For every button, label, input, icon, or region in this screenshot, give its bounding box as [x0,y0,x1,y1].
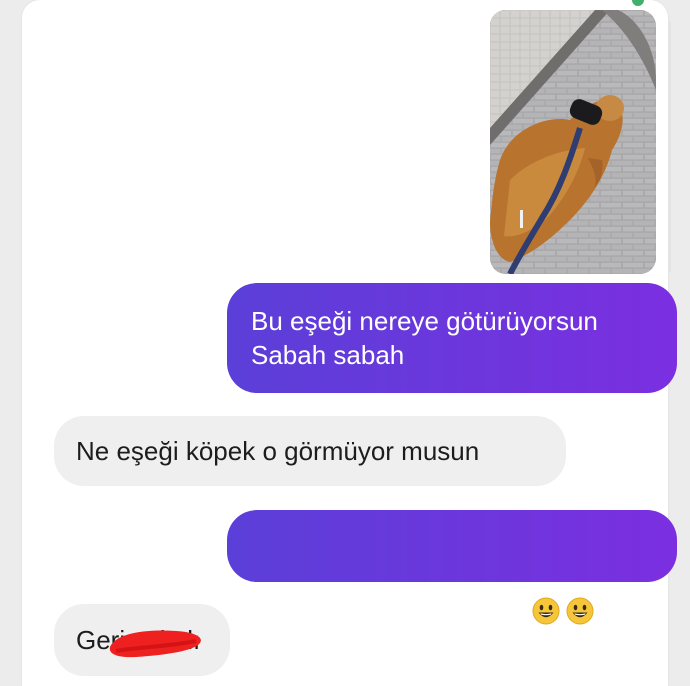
scrollbar[interactable] [668,22,671,272]
status-indicator [632,0,644,6]
outgoing-message[interactable]: Ben köpeğe sormuştum [227,510,677,627]
redaction-scribble [109,630,201,658]
photo-message[interactable] [490,10,656,274]
chat-screen: Bu eşeği nereye götürüyorsun Sabah sabah… [22,0,677,686]
grinning-face-emoji [566,563,594,625]
incoming-message[interactable]: Ne eşeği köpek o görmüyor musun [54,416,566,486]
outgoing-message[interactable]: Bu eşeği nereye götürüyorsun Sabah sabah [227,283,677,393]
grinning-face-emoji [532,563,560,625]
message-text: Ben köpeğe sormuştum [251,597,526,627]
dog-on-leash-photo [490,10,656,274]
